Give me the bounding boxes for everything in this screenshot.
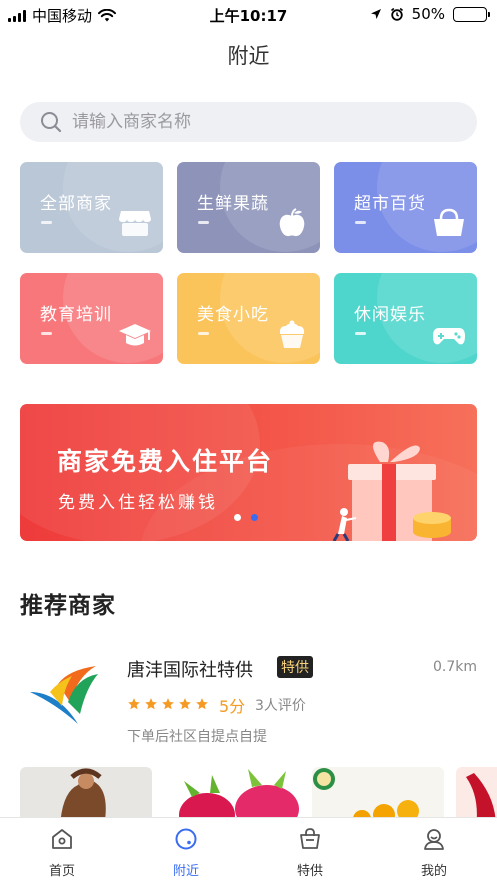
promo-banner[interactable]: 商家免费入住平台 免费入住轻松赚钱 bbox=[20, 404, 477, 541]
status-bar: 中国移动 上午10:17 50% bbox=[0, 0, 497, 28]
category-dash bbox=[41, 221, 52, 224]
category-supermarket[interactable]: 超市百货 bbox=[334, 162, 477, 253]
tab-home[interactable]: 首页 bbox=[0, 818, 124, 883]
star-icon bbox=[145, 698, 157, 710]
gamepad-icon bbox=[433, 328, 465, 345]
category-leisure[interactable]: 休闲娱乐 bbox=[334, 273, 477, 364]
product-photo bbox=[313, 768, 419, 819]
cupcake-icon bbox=[279, 320, 305, 348]
product-photo bbox=[179, 769, 299, 819]
product-photo bbox=[60, 768, 106, 819]
location-arrow-icon bbox=[370, 9, 381, 19]
bottom-tab-bar: 首页 附近 特供 我的 bbox=[0, 817, 497, 883]
page-title: 附近 bbox=[227, 44, 270, 68]
category-fresh-produce[interactable]: 生鲜果蔬 bbox=[177, 162, 320, 253]
carousel-dot-active[interactable] bbox=[251, 514, 258, 521]
product-thumbnail[interactable] bbox=[162, 767, 302, 819]
battery-icon bbox=[453, 6, 490, 22]
product-thumbnail[interactable] bbox=[312, 767, 444, 819]
merchant-logo bbox=[30, 666, 98, 724]
carousel-dot[interactable] bbox=[234, 514, 241, 521]
basket-icon bbox=[434, 208, 464, 236]
star-icon bbox=[162, 698, 174, 710]
product-thumbnails bbox=[20, 767, 497, 819]
category-label: 休闲娱乐 bbox=[354, 305, 426, 325]
category-dash bbox=[198, 332, 209, 335]
category-label: 美食小吃 bbox=[197, 305, 269, 325]
product-thumbnail[interactable] bbox=[456, 767, 497, 819]
tab-special[interactable]: 特供 bbox=[248, 818, 372, 883]
category-label: 教育培训 bbox=[40, 305, 112, 325]
nearby-icon bbox=[175, 828, 197, 850]
merchant-distance: 0.7km bbox=[432, 659, 477, 675]
merchant-score: 5分 bbox=[219, 697, 246, 716]
special-supply-badge: 特供 bbox=[277, 656, 313, 678]
tab-label: 附近 bbox=[172, 864, 199, 879]
category-label: 超市百货 bbox=[354, 194, 426, 214]
tab-label: 首页 bbox=[48, 864, 75, 879]
merchant-review-count: 3人评价 bbox=[255, 698, 306, 714]
category-all-merchants[interactable]: 全部商家 bbox=[20, 162, 163, 253]
carousel-indicator bbox=[234, 514, 258, 521]
category-label: 生鲜果蔬 bbox=[197, 194, 269, 214]
product-photo bbox=[466, 773, 496, 819]
category-dash bbox=[198, 221, 209, 224]
category-dash bbox=[355, 332, 366, 335]
apple-icon bbox=[279, 208, 305, 237]
recommend-section-title: 推荐商家 bbox=[20, 593, 116, 619]
gift-box-illustration bbox=[332, 441, 451, 541]
shopping-bag-icon bbox=[300, 828, 320, 849]
star-icon bbox=[179, 698, 191, 710]
store-icon bbox=[119, 211, 151, 236]
merchant-card[interactable]: 唐沣国际社特供 特供 0.7km 5分 3人评价 下单后社区自提点自提 bbox=[20, 650, 480, 750]
tab-nearby[interactable]: 附近 bbox=[124, 818, 248, 883]
tab-profile[interactable]: 我的 bbox=[372, 818, 496, 883]
profile-icon bbox=[424, 829, 444, 850]
search-bar[interactable] bbox=[20, 102, 477, 142]
category-dash bbox=[355, 221, 366, 224]
graduation-cap-icon bbox=[119, 324, 151, 346]
product-thumbnail[interactable] bbox=[20, 767, 152, 819]
search-icon bbox=[41, 112, 62, 133]
star-icon bbox=[196, 698, 208, 710]
category-education[interactable]: 教育培训 bbox=[20, 273, 163, 364]
home-icon bbox=[52, 829, 72, 849]
merchant-name: 唐沣国际社特供 bbox=[127, 660, 253, 681]
banner-title: 商家免费入住平台 bbox=[57, 447, 274, 476]
rating-stars bbox=[127, 697, 209, 711]
battery-percent: 50% bbox=[411, 5, 445, 23]
tab-label: 特供 bbox=[296, 864, 323, 879]
search-input[interactable] bbox=[72, 112, 452, 132]
category-label: 全部商家 bbox=[40, 194, 112, 214]
tab-label: 我的 bbox=[420, 864, 447, 879]
alarm-icon bbox=[390, 7, 403, 21]
banner-subtitle: 免费入住轻松赚钱 bbox=[58, 493, 218, 513]
merchant-description: 下单后社区自提点自提 bbox=[127, 729, 267, 745]
star-icon bbox=[128, 698, 140, 710]
category-food-snacks[interactable]: 美食小吃 bbox=[177, 273, 320, 364]
category-dash bbox=[41, 332, 52, 335]
